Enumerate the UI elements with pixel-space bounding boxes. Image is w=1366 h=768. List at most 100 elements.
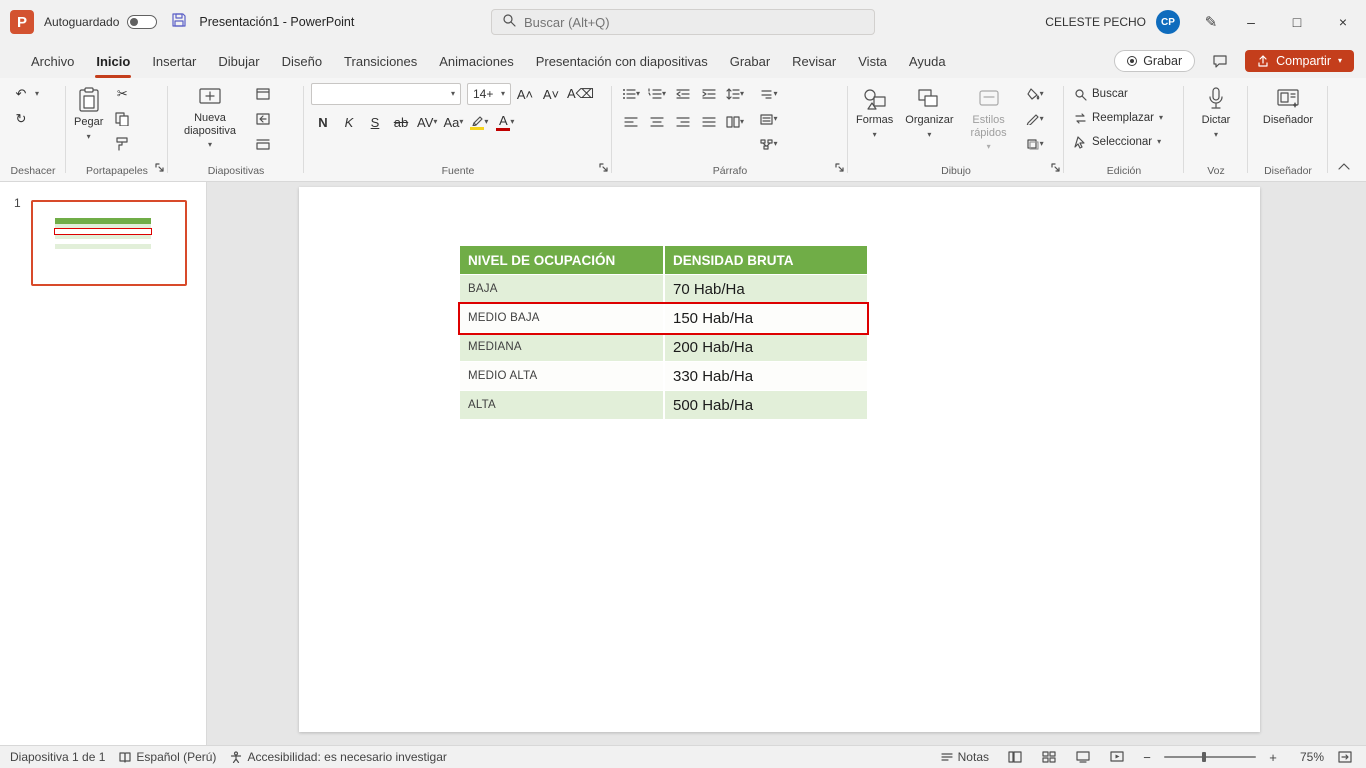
search-bar[interactable]: [491, 9, 875, 35]
cut-icon[interactable]: ✂: [110, 83, 134, 105]
character-spacing-button[interactable]: AV ▾: [415, 111, 439, 133]
numbering-button[interactable]: ▾: [645, 83, 669, 105]
tab-vista[interactable]: Vista: [847, 44, 898, 78]
tab-transiciones[interactable]: Transiciones: [333, 44, 428, 78]
dialog-launcher-icon[interactable]: [599, 159, 608, 177]
zoom-in-button[interactable]: +: [1264, 747, 1282, 768]
tab-revisar[interactable]: Revisar: [781, 44, 847, 78]
pegar-button[interactable]: Pegar ▾: [69, 83, 108, 143]
slide-sorter-view-icon[interactable]: [1036, 747, 1062, 768]
slide-counter[interactable]: Diapositiva 1 de 1: [10, 750, 105, 764]
maximize-button[interactable]: □: [1274, 0, 1320, 44]
slide-table[interactable]: NIVEL DE OCUPACIÓN DENSIDAD BRUTA BAJA 7…: [460, 246, 867, 420]
tab-grabar[interactable]: Grabar: [719, 44, 781, 78]
slide-canvas-area[interactable]: NIVEL DE OCUPACIÓN DENSIDAD BRUTA BAJA 7…: [207, 182, 1366, 745]
autosave-toggle[interactable]: [127, 15, 158, 29]
notes-button[interactable]: Notas: [936, 747, 994, 768]
grabar-button[interactable]: Grabar: [1114, 50, 1196, 72]
collapse-ribbon-icon[interactable]: [1338, 157, 1350, 175]
text-highlight-button[interactable]: ▾: [467, 111, 491, 133]
section-icon[interactable]: [251, 133, 275, 155]
align-left-button[interactable]: [619, 111, 643, 133]
zoom-slider[interactable]: [1164, 752, 1256, 762]
align-text-button[interactable]: ▾: [757, 108, 781, 130]
font-name-combo[interactable]: ▾: [311, 83, 461, 105]
bullets-button[interactable]: ▾: [619, 83, 643, 105]
chevron-down-icon[interactable]: ▾: [35, 90, 39, 98]
tab-diseno[interactable]: Diseño: [271, 44, 333, 78]
compartir-button[interactable]: Compartir ▾: [1245, 50, 1354, 72]
table-row[interactable]: BAJA 70 Hab/Ha: [460, 275, 867, 304]
format-painter-icon[interactable]: [110, 133, 134, 155]
powerpoint-app-icon[interactable]: P: [10, 10, 34, 34]
justify-button[interactable]: [697, 111, 721, 133]
accessibility-status[interactable]: Accesibilidad: es necesario investigar: [230, 750, 447, 764]
shape-fill-icon[interactable]: ▾: [1023, 83, 1047, 105]
avatar[interactable]: CP: [1156, 10, 1180, 34]
pen-mode-icon[interactable]: ✎: [1194, 0, 1228, 44]
zoom-level[interactable]: 75%: [1290, 750, 1324, 764]
reemplazar-button[interactable]: Reemplazar ▾: [1069, 107, 1168, 129]
buscar-button[interactable]: Buscar: [1069, 83, 1133, 105]
change-case-button[interactable]: Aa ▾: [441, 111, 465, 133]
tab-animaciones[interactable]: Animaciones: [428, 44, 524, 78]
shape-effects-icon[interactable]: ▾: [1023, 133, 1047, 155]
disenador-button[interactable]: Diseñador: [1258, 83, 1318, 129]
tab-inicio[interactable]: Inicio: [85, 44, 141, 78]
reset-slide-icon[interactable]: [251, 108, 275, 130]
minimize-button[interactable]: –: [1228, 0, 1274, 44]
dialog-launcher-icon[interactable]: [1051, 159, 1060, 177]
table-header-cell[interactable]: DENSIDAD BRUTA: [665, 246, 867, 274]
align-right-button[interactable]: [671, 111, 695, 133]
zoom-slider-thumb[interactable]: [1202, 752, 1206, 762]
layout-icon[interactable]: [251, 83, 275, 105]
language-indicator[interactable]: Español (Perú): [119, 750, 216, 764]
table-row-selected[interactable]: MEDIO BAJA 150 Hab/Ha: [460, 304, 867, 333]
save-icon[interactable]: [171, 12, 187, 33]
table-header-cell[interactable]: NIVEL DE OCUPACIÓN: [460, 246, 665, 274]
font-size-combo[interactable]: 14+ ▾: [467, 83, 511, 105]
slide-thumbnail-panel[interactable]: 1: [0, 182, 207, 745]
slide-thumbnail[interactable]: [31, 200, 187, 286]
comments-icon[interactable]: [1205, 48, 1235, 74]
grow-font-button[interactable]: A˄: [513, 83, 537, 105]
columns-button[interactable]: ▾: [723, 111, 747, 133]
increase-indent-button[interactable]: [697, 83, 721, 105]
strikethrough-button[interactable]: ab: [389, 111, 413, 133]
font-color-button[interactable]: A ▾: [493, 111, 517, 133]
bold-button[interactable]: N: [311, 111, 335, 133]
search-input[interactable]: [524, 14, 824, 30]
formas-button[interactable]: Formas ▾: [851, 83, 898, 141]
smartart-button[interactable]: ▾: [757, 133, 781, 155]
align-center-button[interactable]: [645, 111, 669, 133]
close-button[interactable]: ×: [1320, 0, 1366, 44]
redo-button[interactable]: ↻: [9, 108, 33, 130]
slideshow-view-icon[interactable]: [1104, 747, 1130, 768]
line-spacing-button[interactable]: ▾: [723, 83, 747, 105]
clear-formatting-button[interactable]: A⌫: [565, 83, 596, 105]
italic-button[interactable]: K: [337, 111, 361, 133]
slide[interactable]: NIVEL DE OCUPACIÓN DENSIDAD BRUTA BAJA 7…: [299, 187, 1260, 732]
tab-insertar[interactable]: Insertar: [141, 44, 207, 78]
table-row[interactable]: ALTA 500 Hab/Ha: [460, 391, 867, 420]
fit-slide-to-window-icon[interactable]: [1332, 747, 1358, 768]
tab-dibujar[interactable]: Dibujar: [207, 44, 270, 78]
zoom-out-button[interactable]: −: [1138, 747, 1156, 768]
organizar-button[interactable]: Organizar ▾: [900, 83, 958, 141]
dialog-launcher-icon[interactable]: [155, 159, 164, 177]
decrease-indent-button[interactable]: [671, 83, 695, 105]
nueva-diapositiva-button[interactable]: Nueva diapositiva ▾: [171, 83, 249, 151]
shape-outline-icon[interactable]: ▾: [1023, 108, 1047, 130]
text-direction-button[interactable]: ▾: [757, 83, 781, 105]
tab-ayuda[interactable]: Ayuda: [898, 44, 957, 78]
copy-icon[interactable]: [110, 108, 134, 130]
reading-view-icon[interactable]: [1070, 747, 1096, 768]
tab-archivo[interactable]: Archivo: [20, 44, 85, 78]
tab-presentacion[interactable]: Presentación con diapositivas: [525, 44, 719, 78]
undo-button[interactable]: ↶: [9, 83, 33, 105]
table-row[interactable]: MEDIANA 200 Hab/Ha: [460, 333, 867, 362]
shrink-font-button[interactable]: A˅: [539, 83, 563, 105]
seleccionar-button[interactable]: Seleccionar ▾: [1069, 131, 1166, 153]
dictar-button[interactable]: Dictar ▾: [1197, 83, 1236, 141]
underline-button[interactable]: S: [363, 111, 387, 133]
